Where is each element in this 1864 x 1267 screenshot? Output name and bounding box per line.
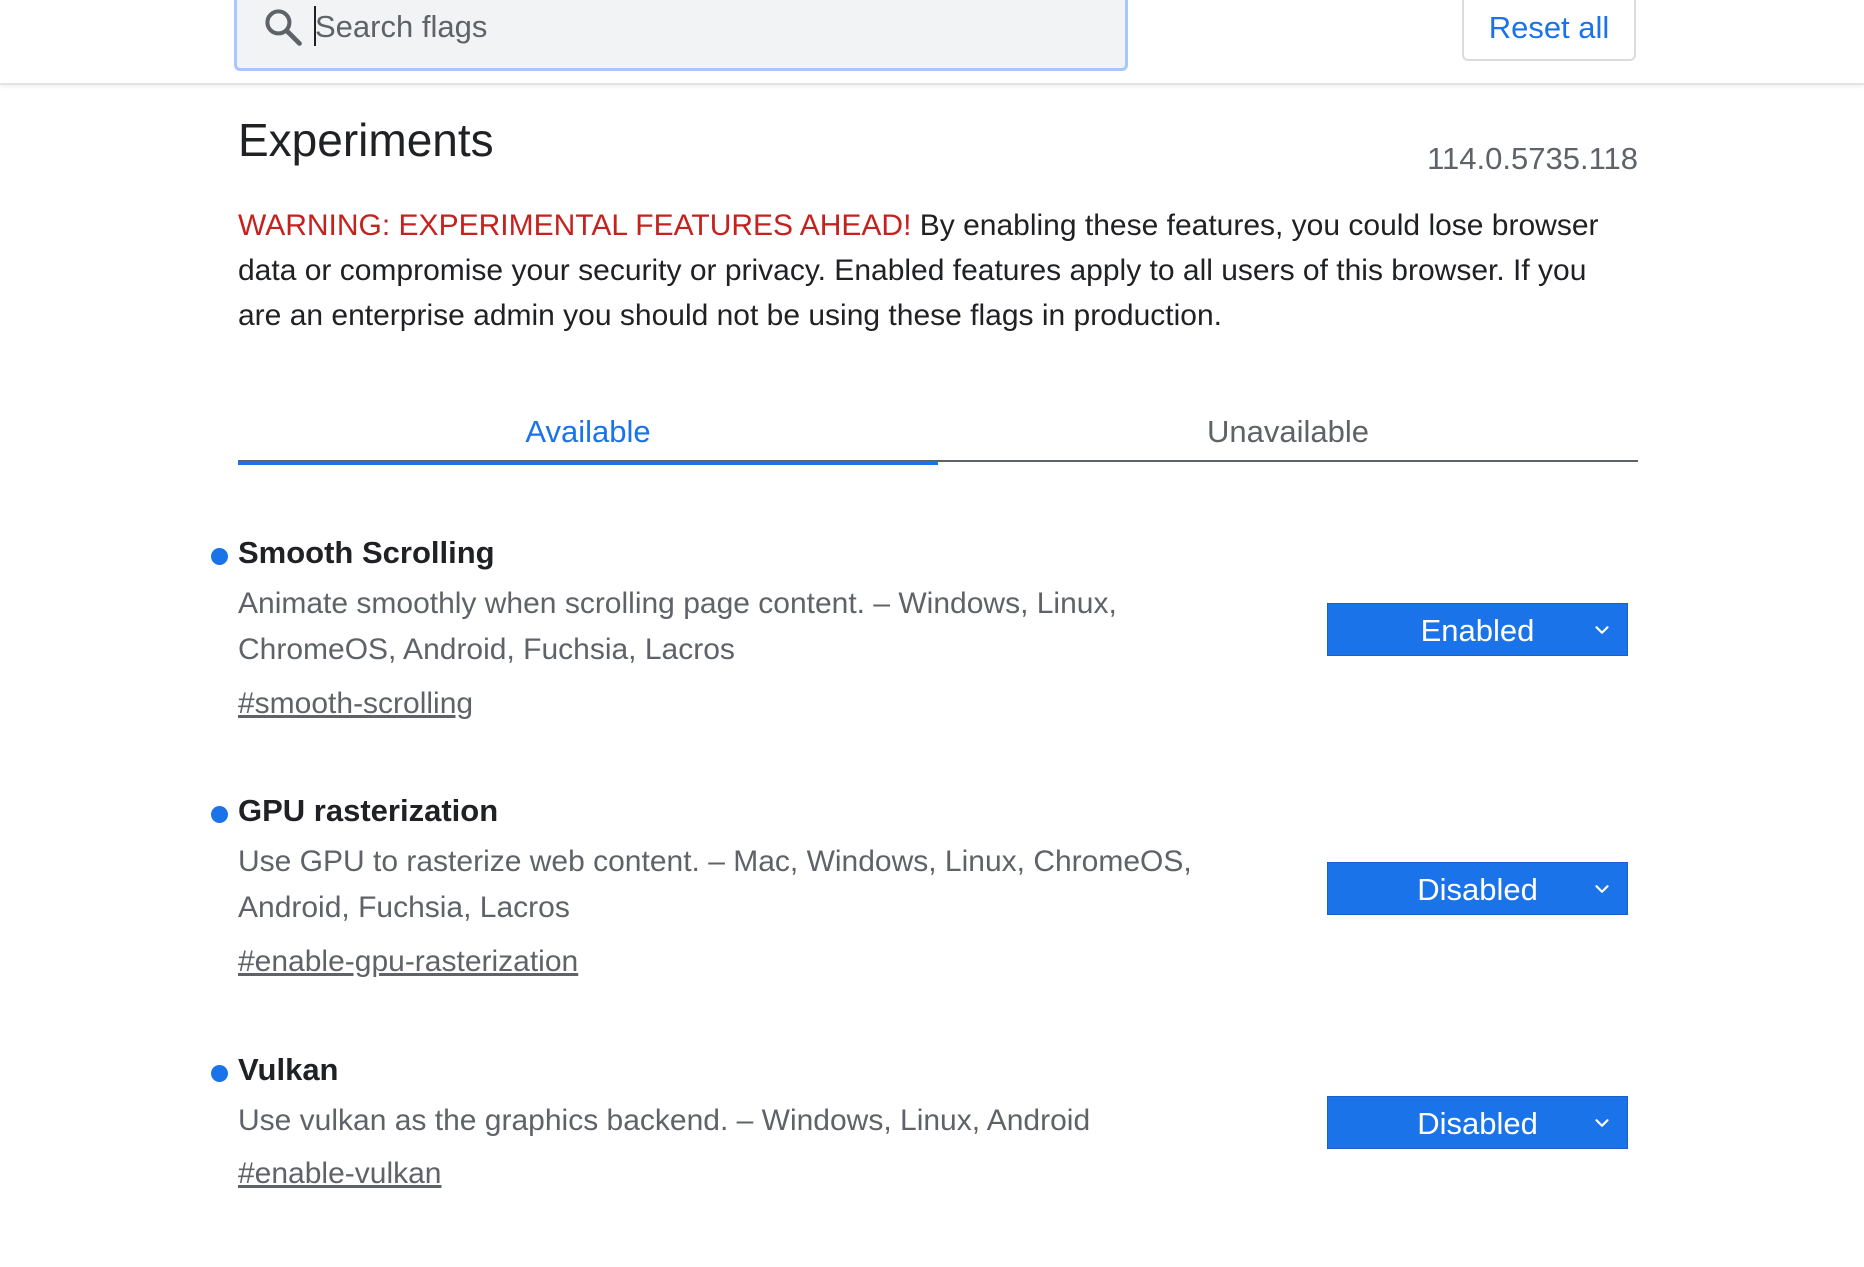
- warning-heading: WARNING: EXPERIMENTAL FEATURES AHEAD!: [238, 209, 912, 242]
- header-bar: Reset all: [0, 0, 1864, 85]
- dot-icon: [211, 806, 228, 823]
- experiment-title: Vulkan: [238, 1052, 339, 1087]
- experiment-title: Smooth Scrolling: [238, 535, 495, 570]
- select-value: Enabled: [1420, 613, 1535, 648]
- experiment-permalink[interactable]: #smooth-scrolling: [238, 687, 473, 721]
- reset-all-button[interactable]: Reset all: [1462, 0, 1636, 61]
- version-label: 114.0.5735.118: [1427, 141, 1638, 176]
- page-title: Experiments: [238, 114, 494, 166]
- experiment-title: GPU rasterization: [238, 793, 499, 828]
- tab-available[interactable]: Available: [238, 385, 938, 465]
- experiment-permalink[interactable]: #enable-vulkan: [238, 1157, 441, 1191]
- experiment-permalink[interactable]: #enable-gpu-rasterization: [238, 945, 578, 979]
- tab-unavailable[interactable]: Unavailable: [938, 385, 1638, 462]
- search-icon: [265, 9, 302, 46]
- chevron-down-icon: [1595, 1119, 1609, 1127]
- experiment-description: Use vulkan as the graphics backend. – Wi…: [238, 1104, 1091, 1137]
- experiment-description: Use GPU to rasterize web content. – Mac,…: [238, 845, 1192, 924]
- search-input[interactable]: [311, 0, 1101, 57]
- experiment-state-select[interactable]: Disabled: [1327, 1096, 1628, 1149]
- text-caret: [314, 6, 316, 46]
- select-value: Disabled: [1417, 1106, 1538, 1141]
- select-value: Disabled: [1417, 872, 1538, 907]
- tab-bar: Available Unavailable: [238, 385, 1638, 465]
- search-box[interactable]: [234, 0, 1128, 71]
- experiment-state-select[interactable]: Disabled: [1327, 862, 1628, 915]
- chevron-down-icon: [1595, 626, 1609, 634]
- warning-paragraph: WARNING: EXPERIMENTAL FEATURES AHEAD! By…: [238, 203, 1638, 338]
- experiment-state-select[interactable]: Enabled: [1327, 603, 1628, 656]
- dot-icon: [211, 548, 228, 565]
- dot-icon: [211, 1065, 228, 1082]
- experiment-description: Animate smoothly when scrolling page con…: [238, 587, 1117, 666]
- chevron-down-icon: [1595, 885, 1609, 893]
